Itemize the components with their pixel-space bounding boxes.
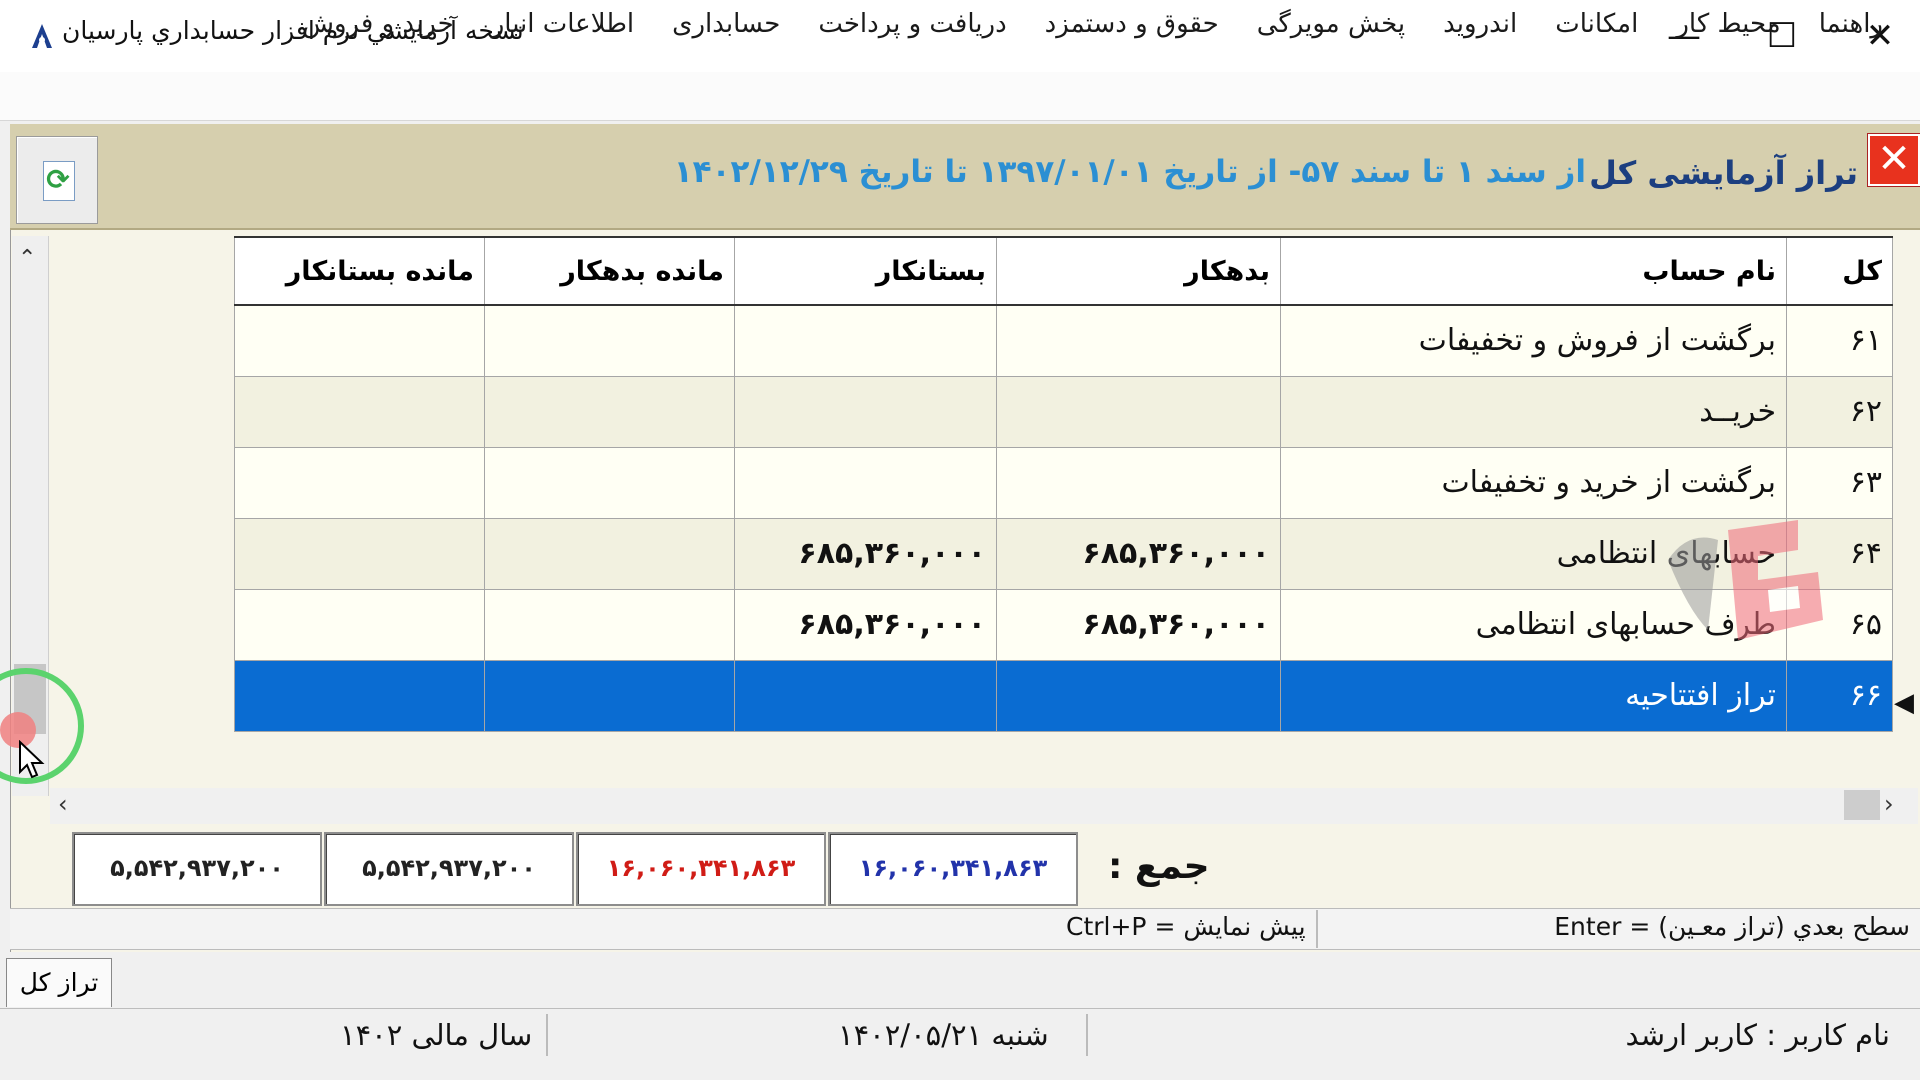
tab-trial-balance[interactable]: تراز کل <box>6 958 112 1007</box>
table-row-selected[interactable]: ۶۶ تراز افتتاحیه <box>234 659 1893 732</box>
col-header-credit[interactable]: بستانکار <box>734 236 997 306</box>
report-title: تراز آزمایشی کل <box>1589 154 1858 192</box>
cell-credit: ۶۸۵,۳۶۰,۰۰۰ <box>734 517 997 590</box>
menu-sales-purchase[interactable]: خرید و فروش <box>283 4 472 44</box>
cell-balance-debit <box>484 375 735 448</box>
col-header-debit[interactable]: بدهکار <box>996 236 1281 306</box>
trial-balance-table: کل نام حساب بدهکار بستانکار مانده بدهکار… <box>234 236 1893 732</box>
row-selector-arrow-icon: ◀ <box>1894 688 1914 718</box>
cell-balance-debit <box>484 517 735 590</box>
cell-debit <box>996 659 1281 732</box>
cell-balance-debit <box>484 588 735 661</box>
hint-next-level: سطح بعدي (تراز معـین) = Enter <box>1554 912 1910 941</box>
watermark-logo-icon <box>1668 520 1823 640</box>
status-user: نام کاربر : کاربر ارشد <box>1625 1018 1890 1052</box>
cell-credit <box>734 659 997 732</box>
cell-debit <box>996 375 1281 448</box>
menu-android[interactable]: اندروید <box>1424 4 1536 44</box>
app-logo-icon <box>32 24 52 48</box>
status-date: شنبه ۱۴۰۲/۰۵/۲۱ <box>838 1018 1049 1052</box>
cell-credit <box>734 375 997 448</box>
cell-credit <box>734 304 997 377</box>
mouse-cursor-icon <box>19 740 45 779</box>
cell-account-name: خریــد <box>1280 375 1787 448</box>
total-balance-credit: ۵,۵۴۲,۹۳۷,۲۰۰ <box>72 832 322 906</box>
cell-credit: ۶۸۵,۳۶۰,۰۰۰ <box>734 588 997 661</box>
col-header-account-name[interactable]: نام حساب <box>1280 236 1787 306</box>
tab-strip <box>0 952 1920 1004</box>
close-report-button[interactable]: ✕ <box>1868 134 1920 186</box>
cell-balance-debit <box>484 659 735 732</box>
horizontal-scroll-thumb[interactable] <box>1844 790 1880 820</box>
cell-balance-credit <box>234 446 485 519</box>
hint-separator <box>1316 910 1318 948</box>
scroll-up-arrow-icon[interactable]: ⌃ <box>18 246 36 271</box>
total-debit: ۱۶,۰۶۰,۳۴۱,۸۶۳ <box>828 832 1078 906</box>
menu-receipts-payments[interactable]: دریافت و پرداخت <box>799 4 1025 44</box>
cell-balance-credit <box>234 517 485 590</box>
refresh-button[interactable]: ⟳ <box>16 136 98 224</box>
status-separator <box>1086 1014 1088 1056</box>
refresh-icon: ⟳ <box>46 163 70 196</box>
col-header-balance-credit[interactable]: مانده بستانکار <box>234 236 485 306</box>
menu-inventory[interactable]: اطلاعات انبار <box>473 4 653 44</box>
status-separator <box>546 1014 548 1056</box>
table-header-row: کل نام حساب بدهکار بستانکار مانده بدهکار… <box>234 236 1893 306</box>
cell-balance-debit <box>484 304 735 377</box>
cell-debit <box>996 304 1281 377</box>
cell-code: ۶۱ <box>1786 304 1893 377</box>
menu-features[interactable]: امکانات <box>1536 4 1657 44</box>
menu-payroll[interactable]: حقوق و دستمزد <box>1026 4 1238 44</box>
menu-help[interactable]: راهنما <box>1800 4 1902 44</box>
scroll-left-arrow-icon[interactable]: ‹ <box>58 790 68 818</box>
status-fiscal-year: سال مالی ۱۴۰۲ <box>340 1018 533 1052</box>
menu-accounting[interactable]: حسابداری <box>653 4 799 44</box>
cell-account-name: برگشت از خرید و تخفیفات <box>1280 446 1787 519</box>
cell-code: ۶۲ <box>1786 375 1893 448</box>
hint-print-preview: پیش نمایش = Ctrl+P <box>1066 912 1306 941</box>
totals-label: جمع : <box>1108 846 1210 887</box>
cell-balance-credit <box>234 659 485 732</box>
cell-balance-debit <box>484 446 735 519</box>
menu-workspace[interactable]: محیط کار <box>1657 4 1799 44</box>
cell-account-name: تراز افتتاحیه <box>1280 659 1787 732</box>
table-row[interactable]: ۶۲ خریــد <box>234 375 1893 448</box>
col-header-code[interactable]: کل <box>1786 236 1893 306</box>
table-row[interactable]: ۶۵ طرف حسابهای انتظامی ۶۸۵,۳۶۰,۰۰۰ ۶۸۵,۳… <box>234 588 1893 661</box>
col-header-balance-debit[interactable]: مانده بدهکار <box>484 236 735 306</box>
total-credit: ۱۶,۰۶۰,۳۴۱,۸۶۳ <box>576 832 826 906</box>
cell-code: ۶۶ <box>1786 659 1893 732</box>
table-row[interactable]: ۶۳ برگشت از خرید و تخفیفات <box>234 446 1893 519</box>
cell-debit: ۶۸۵,۳۶۰,۰۰۰ <box>996 517 1281 590</box>
cell-debit <box>996 446 1281 519</box>
menu-distribution[interactable]: پخش مویرگی <box>1238 4 1424 44</box>
cell-credit <box>734 446 997 519</box>
table-row[interactable]: ۶۱ برگشت از فروش و تخفیفات <box>234 304 1893 377</box>
cell-account-name: برگشت از فروش و تخفیفات <box>1280 304 1787 377</box>
cell-balance-credit <box>234 588 485 661</box>
total-balance-debit: ۵,۵۴۲,۹۳۷,۲۰۰ <box>324 832 574 906</box>
cell-balance-credit <box>234 304 485 377</box>
cell-debit: ۶۸۵,۳۶۰,۰۰۰ <box>996 588 1281 661</box>
report-range: از سند ۱ تا سند ۵۷- از تاریخ ۱۳۹۷/۰۱/۰۱ … <box>673 154 1586 190</box>
menu-items: خرید و فروش اطلاعات انبار حسابداری دریاف… <box>283 4 1902 44</box>
cell-balance-credit <box>234 375 485 448</box>
menu-bar <box>0 72 1920 121</box>
horizontal-scrollbar[interactable] <box>50 788 1918 824</box>
table-row[interactable]: ۶۴ حسابهای انتظامی ۶۸۵,۳۶۰,۰۰۰ ۶۸۵,۳۶۰,۰… <box>234 517 1893 590</box>
scroll-right-arrow-icon[interactable]: › <box>1884 790 1894 818</box>
cell-code: ۶۳ <box>1786 446 1893 519</box>
